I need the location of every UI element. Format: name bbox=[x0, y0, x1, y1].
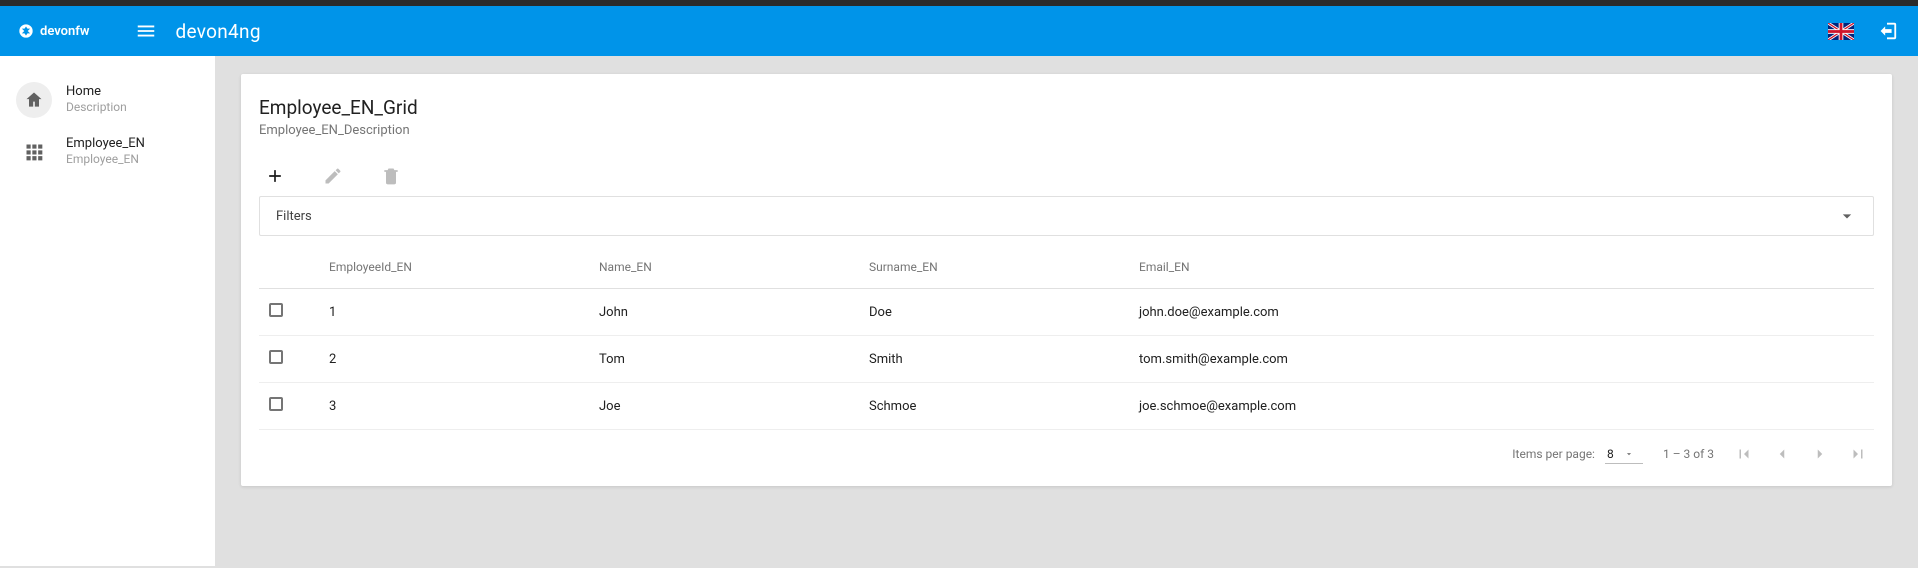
cell-email: john.doe@example.com bbox=[1129, 289, 1874, 336]
column-header[interactable]: EmployeeId_EN bbox=[319, 246, 589, 289]
row-checkbox[interactable] bbox=[269, 303, 283, 317]
sidebar-item-employee[interactable]: Employee_EN Employee_EN bbox=[0, 126, 215, 178]
sidebar-item-label: Employee_EN bbox=[66, 136, 145, 152]
sidebar-item-label: Home bbox=[66, 84, 127, 100]
column-header[interactable]: Name_EN bbox=[589, 246, 859, 289]
cell-name: Tom bbox=[589, 336, 859, 383]
flag-uk-icon bbox=[1828, 23, 1854, 40]
first-page-button[interactable] bbox=[1734, 444, 1754, 464]
menu-icon bbox=[135, 20, 157, 42]
column-header[interactable]: Email_EN bbox=[1129, 246, 1874, 289]
cell-surname: Schmoe bbox=[859, 383, 1129, 430]
add-button[interactable] bbox=[263, 164, 287, 188]
cell-id: 2 bbox=[319, 336, 589, 383]
table-row[interactable]: 1JohnDoejohn.doe@example.com bbox=[259, 289, 1874, 336]
next-page-button[interactable] bbox=[1810, 444, 1830, 464]
cell-email: tom.smith@example.com bbox=[1129, 336, 1874, 383]
sidebar: Home Description Employee_EN Employee_EN bbox=[0, 56, 215, 566]
logout-icon bbox=[1876, 20, 1898, 42]
logout-button[interactable] bbox=[1874, 18, 1900, 44]
page-subtitle: Employee_EN_Description bbox=[259, 123, 1874, 138]
last-page-button[interactable] bbox=[1848, 444, 1868, 464]
page-range: 1 – 3 of 3 bbox=[1663, 447, 1714, 461]
cell-name: Joe bbox=[589, 383, 859, 430]
cell-id: 3 bbox=[319, 383, 589, 430]
cell-email: joe.schmoe@example.com bbox=[1129, 383, 1874, 430]
paginator: Items per page: 8 1 – 3 of 3 bbox=[259, 430, 1874, 472]
data-table: EmployeeId_EN Name_EN Surname_EN Email_E… bbox=[259, 246, 1874, 430]
chevron-right-icon bbox=[1811, 445, 1829, 463]
first-page-icon bbox=[1735, 445, 1753, 463]
trash-icon bbox=[381, 166, 401, 186]
table-row[interactable]: 2TomSmithtom.smith@example.com bbox=[259, 336, 1874, 383]
prev-page-button[interactable] bbox=[1772, 444, 1792, 464]
plus-icon bbox=[265, 166, 285, 186]
cell-id: 1 bbox=[319, 289, 589, 336]
language-switcher[interactable] bbox=[1828, 23, 1854, 40]
grid-card: Employee_EN_Grid Employee_EN_Description… bbox=[241, 74, 1892, 486]
filters-label: Filters bbox=[276, 209, 312, 224]
page-title: Employee_EN_Grid bbox=[259, 96, 1874, 119]
sidebar-item-sub: Employee_EN bbox=[66, 152, 145, 168]
last-page-icon bbox=[1849, 445, 1867, 463]
grid-icon bbox=[16, 134, 52, 170]
chevron-down-icon bbox=[1837, 206, 1857, 226]
app-title: devon4ng bbox=[176, 20, 261, 43]
appbar: devonfw devon4ng bbox=[0, 6, 1918, 56]
pencil-icon bbox=[323, 166, 343, 186]
column-header[interactable]: Surname_EN bbox=[859, 246, 1129, 289]
row-checkbox[interactable] bbox=[269, 397, 283, 411]
column-checkbox bbox=[259, 246, 319, 289]
content-area: Employee_EN_Grid Employee_EN_Description… bbox=[215, 56, 1918, 566]
brand-icon bbox=[18, 23, 34, 39]
chevron-left-icon bbox=[1773, 445, 1791, 463]
cell-surname: Doe bbox=[859, 289, 1129, 336]
grid-toolbar bbox=[259, 164, 1874, 188]
table-row[interactable]: 3JoeSchmoejoe.schmoe@example.com bbox=[259, 383, 1874, 430]
brand-text: devonfw bbox=[40, 24, 90, 39]
sidebar-item-home[interactable]: Home Description bbox=[0, 74, 215, 126]
home-icon bbox=[16, 82, 52, 118]
items-per-page-value: 8 bbox=[1607, 447, 1614, 461]
edit-button[interactable] bbox=[321, 164, 345, 188]
row-checkbox[interactable] bbox=[269, 350, 283, 364]
cell-name: John bbox=[589, 289, 859, 336]
cell-surname: Smith bbox=[859, 336, 1129, 383]
sidebar-item-sub: Description bbox=[66, 100, 127, 116]
items-per-page-label: Items per page: bbox=[1512, 447, 1595, 461]
filters-panel[interactable]: Filters bbox=[259, 196, 1874, 236]
menu-toggle-button[interactable] bbox=[132, 17, 160, 45]
delete-button[interactable] bbox=[379, 164, 403, 188]
dropdown-arrow-icon bbox=[1624, 449, 1634, 459]
items-per-page-select[interactable]: 8 bbox=[1605, 445, 1643, 464]
brand-logo: devonfw bbox=[18, 23, 90, 39]
